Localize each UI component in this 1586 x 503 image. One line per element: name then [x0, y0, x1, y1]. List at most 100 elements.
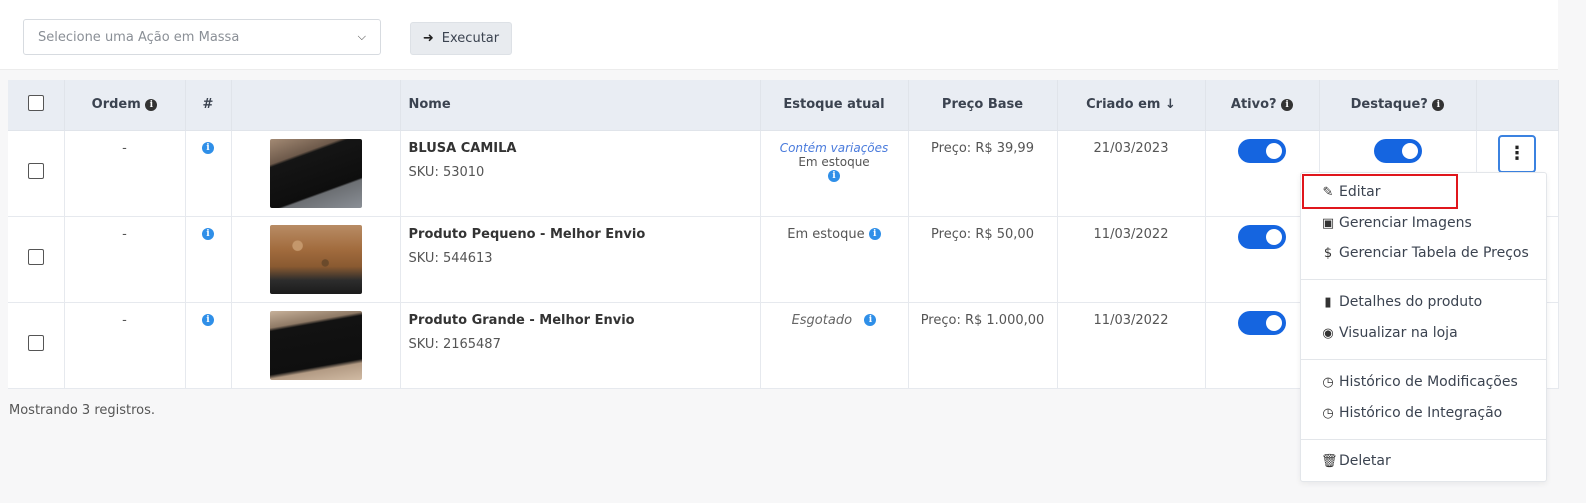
execute-button[interactable]: ➜ Executar [410, 22, 512, 55]
header-ativo[interactable]: Ativo? i [1205, 80, 1320, 131]
select-all-checkbox[interactable] [27, 94, 44, 111]
execute-label: Executar [441, 31, 500, 46]
chevron-down-icon: ⌵ [357, 30, 366, 43]
row-select-cell [8, 302, 65, 389]
header-ordem[interactable]: Ordem i [64, 80, 186, 131]
row-ordem: - [64, 216, 186, 303]
row-created: 11/03/2022 [1057, 302, 1206, 389]
product-name[interactable]: BLUSA CAMILA [409, 141, 760, 156]
mass-action-select[interactable]: Selecione uma Ação em Massa ⌵ [23, 19, 381, 55]
row-info-cell: i [185, 130, 232, 217]
info-icon[interactable]: i [202, 142, 214, 154]
row-stock-cell: Contém variações Em estoque i [760, 130, 909, 217]
select-all-cell [8, 80, 65, 131]
header-actions [1476, 80, 1559, 131]
image-icon: ▣ [1321, 215, 1335, 231]
menu-item-deletar[interactable]: 🗑 Deletar [1321, 453, 1391, 469]
row-name-cell: Produto Pequeno - Melhor Envio SKU: 5446… [400, 216, 761, 303]
active-toggle[interactable] [1238, 224, 1286, 249]
menu-item-historico-modificacoes[interactable]: ◷ Histórico de Modificações [1321, 374, 1518, 390]
row-image-cell [231, 216, 401, 303]
menu-item-label: Histórico de Integração [1339, 405, 1503, 421]
info-icon: i [1432, 98, 1445, 111]
row-checkbox[interactable] [27, 249, 44, 265]
clock-icon: ◷ [1322, 405, 1334, 421]
row-price: Preço: R$ 50,00 [908, 216, 1058, 303]
sort-desc-icon: ↓ [1164, 97, 1176, 113]
menu-item-detalhes[interactable]: ▮ Detalhes do produto [1321, 294, 1482, 310]
header-criado-label: Criado em [1086, 97, 1161, 113]
row-checkbox[interactable] [27, 163, 44, 179]
info-icon[interactable]: i [864, 314, 877, 326]
row-image-cell [231, 302, 401, 389]
info-icon[interactable]: i [868, 228, 881, 240]
header-preco[interactable]: Preço Base [908, 80, 1058, 131]
product-name[interactable]: Produto Pequeno - Melhor Envio [409, 227, 760, 242]
header-ordem-label: Ordem [91, 97, 141, 113]
info-icon[interactable]: i [202, 314, 214, 326]
bulk-action-bar: Selecione uma Ação em Massa ⌵ ➜ Executar [0, 0, 1558, 70]
eye-icon: ◉ [1322, 325, 1334, 341]
row-select-cell [8, 216, 65, 303]
header-criado[interactable]: Criado em ↓ [1057, 80, 1206, 131]
row-checkbox[interactable] [27, 335, 44, 351]
header-image [231, 80, 401, 131]
menu-item-label: Histórico de Modificações [1339, 374, 1518, 390]
product-sku: SKU: 544613 [408, 250, 493, 266]
row-created: 21/03/2023 [1057, 130, 1206, 217]
header-destaque[interactable]: Destaque? i [1319, 80, 1477, 131]
menu-item-gerenciar-precos[interactable]: $ Gerenciar Tabela de Preços [1321, 245, 1529, 261]
trash-icon: 🗑 [1321, 453, 1338, 469]
book-icon: ▮ [1324, 294, 1332, 310]
active-toggle[interactable] [1238, 310, 1286, 335]
menu-item-editar[interactable]: ✎ Editar [1321, 184, 1381, 200]
menu-item-visualizar[interactable]: ◉ Visualizar na loja [1321, 325, 1458, 341]
clock-icon: ◷ [1322, 374, 1334, 390]
row-info-cell: i [185, 216, 232, 303]
row-stock-cell: Em estoque i [760, 216, 909, 303]
menu-item-label: Visualizar na loja [1339, 325, 1458, 341]
row-name-cell: BLUSA CAMILA SKU: 53010 [400, 130, 761, 217]
header-nome[interactable]: Nome [400, 80, 761, 131]
row-created: 11/03/2022 [1057, 216, 1206, 303]
product-thumbnail[interactable] [269, 224, 362, 294]
header-hash: # [185, 80, 232, 131]
product-sku: SKU: 2165487 [408, 336, 501, 352]
info-icon[interactable]: i [828, 170, 840, 182]
arrow-right-icon: ➜ [422, 31, 434, 46]
row-ordem: - [64, 130, 186, 217]
stock-status: Esgotado [791, 312, 853, 328]
menu-item-label: Gerenciar Imagens [1339, 215, 1472, 231]
row-select-cell [8, 130, 65, 217]
product-thumbnail[interactable] [269, 138, 362, 208]
menu-divider [1301, 439, 1546, 440]
header-estoque[interactable]: Estoque atual [760, 80, 909, 131]
row-price: Preço: R$ 39,99 [908, 130, 1058, 217]
records-count: Mostrando 3 registros. [9, 403, 156, 418]
mass-action-placeholder: Selecione uma Ação em Massa [38, 29, 240, 45]
row-image-cell [231, 130, 401, 217]
menu-item-historico-integracao[interactable]: ◷ Histórico de Integração [1321, 405, 1502, 421]
dollar-icon: $ [1323, 245, 1333, 261]
menu-divider [1301, 279, 1546, 280]
header-ativo-label: Ativo? [1230, 97, 1277, 113]
row-name-cell: Produto Grande - Melhor Envio SKU: 21654… [400, 302, 761, 389]
kebab-menu-button[interactable]: ⋮ [1498, 134, 1536, 173]
featured-toggle[interactable] [1373, 138, 1422, 163]
info-icon: i [145, 98, 158, 111]
menu-item-label: Gerenciar Tabela de Preços [1339, 245, 1529, 261]
menu-item-label: Deletar [1339, 453, 1391, 469]
info-icon[interactable]: i [202, 228, 214, 240]
product-thumbnail[interactable] [269, 310, 362, 380]
header-destaque-label: Destaque? [1350, 97, 1428, 113]
product-name[interactable]: Produto Grande - Melhor Envio [409, 313, 760, 328]
stock-status: Em estoque [798, 154, 870, 169]
menu-item-label: Detalhes do produto [1339, 294, 1483, 310]
stock-variation-link[interactable]: Contém variações [761, 141, 908, 155]
row-stock-cell: Esgotado i [760, 302, 909, 389]
menu-item-gerenciar-imagens[interactable]: ▣ Gerenciar Imagens [1321, 215, 1472, 231]
info-icon: i [1281, 98, 1294, 111]
stock-status: Em estoque [787, 226, 865, 242]
active-toggle[interactable] [1238, 138, 1286, 163]
row-ordem: - [64, 302, 186, 389]
